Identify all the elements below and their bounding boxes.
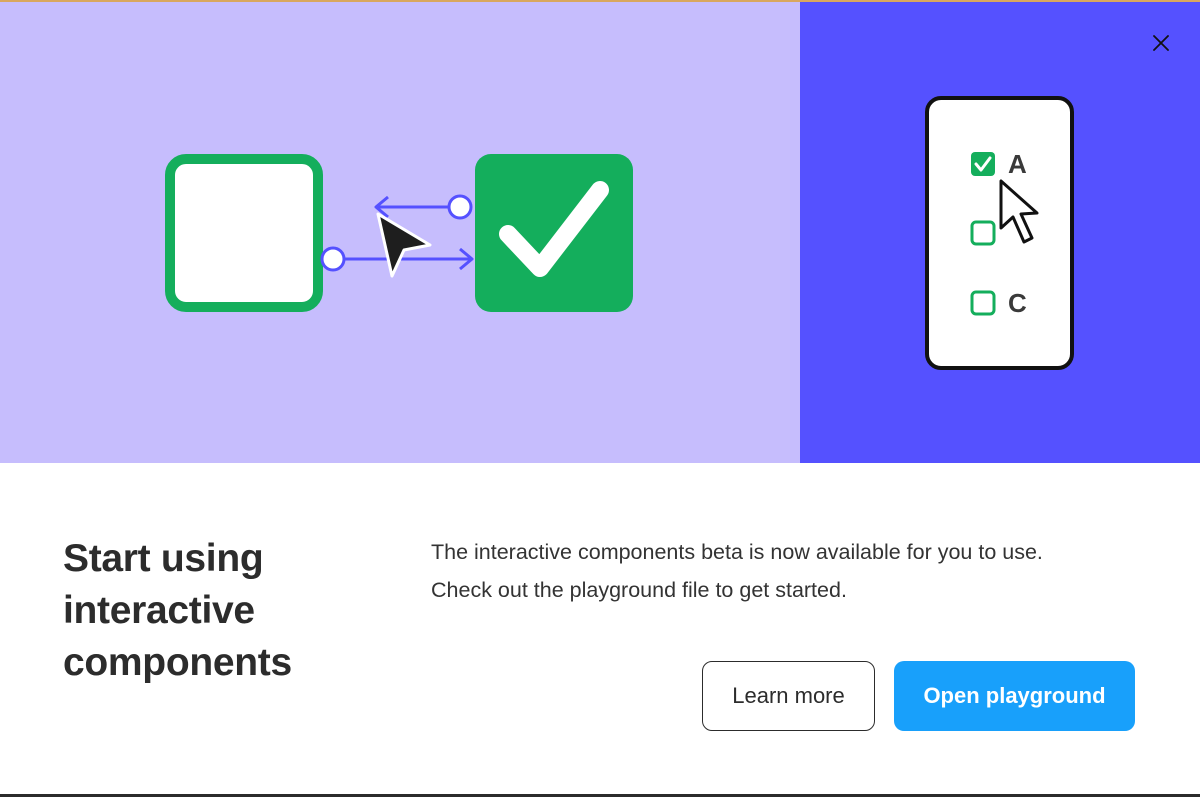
cursor-icon xyxy=(376,212,432,278)
dialog-content: Start using interactive components The i… xyxy=(0,463,1200,794)
phone-frame-icon xyxy=(925,96,1074,370)
back-arrow-node xyxy=(447,194,473,220)
dialog-description: The interactive components beta is now a… xyxy=(431,533,1151,609)
unchecked-box-icon xyxy=(165,154,323,312)
phone-prototype-illustration: A C xyxy=(925,96,1074,370)
hero-right-panel: A C xyxy=(800,2,1200,463)
onboarding-modal: A C Start using interactive components T… xyxy=(0,2,1200,794)
option-a-label: A xyxy=(1008,149,1027,179)
hero-illustration: A C xyxy=(0,2,1200,463)
close-icon xyxy=(1153,35,1169,51)
forward-arrow-node xyxy=(320,246,346,272)
open-playground-button[interactable]: Open playground xyxy=(894,661,1135,731)
checked-box-icon xyxy=(475,154,633,312)
checkbox-unchecked-icon xyxy=(970,220,996,246)
checkbox-unchecked-icon xyxy=(970,290,996,316)
option-c-label: C xyxy=(1008,288,1027,318)
learn-more-button[interactable]: Learn more xyxy=(702,661,875,731)
description-line: Check out the playground file to get sta… xyxy=(431,578,847,602)
description-line: The interactive components beta is now a… xyxy=(431,540,1043,564)
variant-toggle-illustration xyxy=(165,154,633,312)
hero-left-panel xyxy=(0,2,800,463)
close-button[interactable] xyxy=(1146,28,1176,58)
dialog-title: Start using interactive components xyxy=(63,537,292,684)
